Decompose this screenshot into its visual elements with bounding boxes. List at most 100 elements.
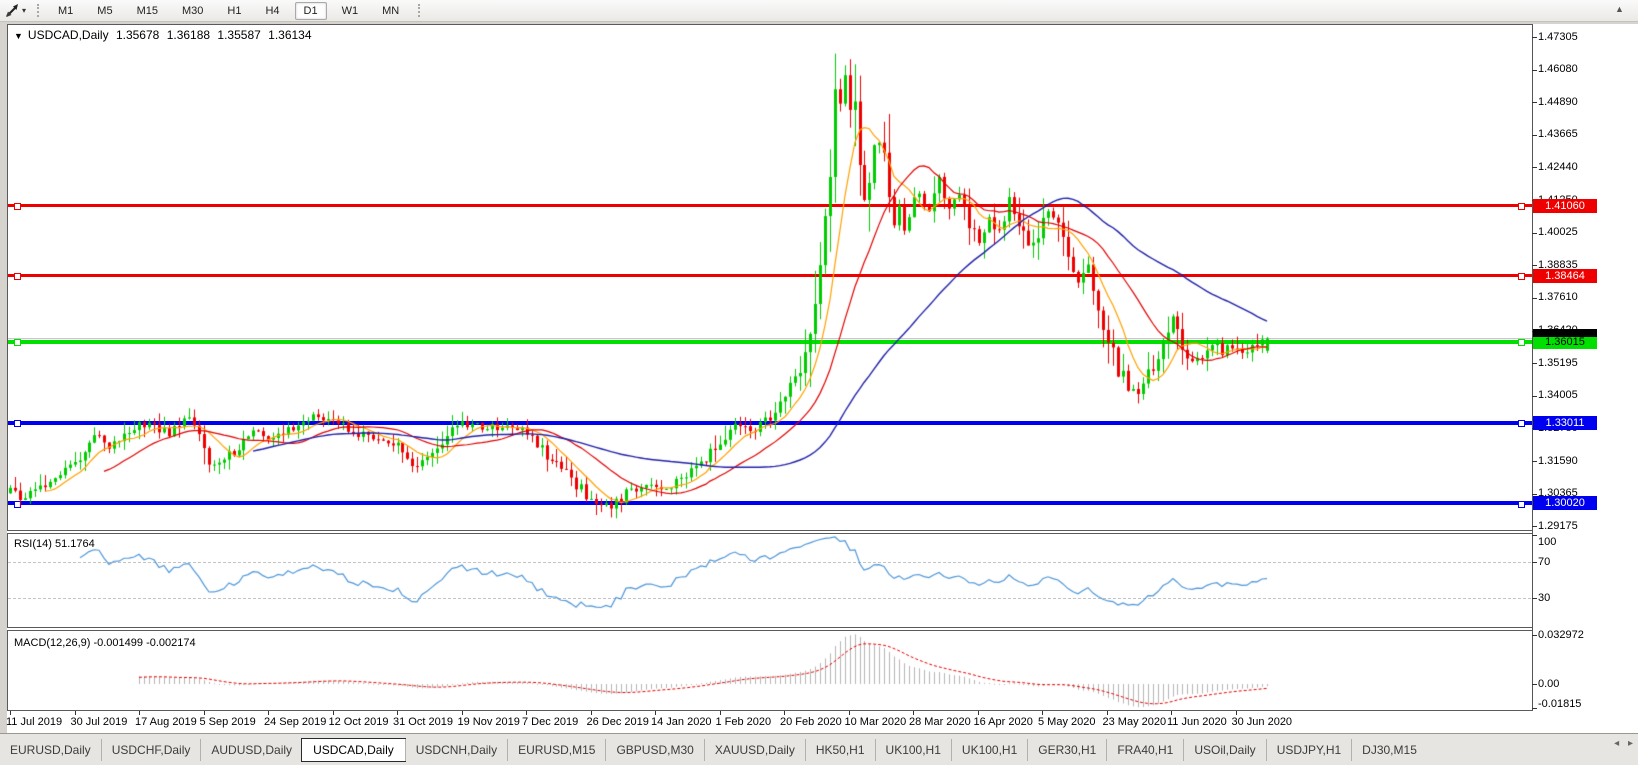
tab-uk100-h1[interactable]: UK100,H1 (875, 739, 951, 761)
macd-axis-tick (1532, 708, 1537, 709)
tab-xauusd-daily[interactable]: XAUUSD,Daily (704, 739, 805, 761)
rsi-axis-label: 30 (1538, 592, 1550, 604)
tab-gbpusd-m30[interactable]: GBPUSD,M30 (605, 739, 703, 761)
price-level-badge-1.30020: 1.30020 (1533, 496, 1597, 510)
last-price-marker (1533, 329, 1597, 337)
date-axis-label: 30 Jul 2019 (71, 716, 128, 728)
collapse-caret-icon[interactable]: ▼ (14, 31, 23, 41)
date-axis-label: 30 Jun 2020 (1232, 716, 1293, 728)
date-axis-tick (849, 711, 850, 715)
date-axis-tick (591, 711, 592, 715)
timeframe-button-d1[interactable]: D1 (295, 2, 327, 20)
timeframe-button-h4[interactable]: H4 (256, 2, 288, 20)
chevron-down-icon[interactable]: ▾ (22, 6, 26, 15)
date-axis-tick (268, 711, 269, 715)
date-axis-tick (1107, 711, 1108, 715)
price-axis-label: 1.47305 (1538, 31, 1578, 43)
date-axis-label: 19 Nov 2019 (458, 716, 520, 728)
timeframe-button-m5[interactable]: M5 (88, 2, 121, 20)
date-axis-tick (10, 711, 11, 715)
tab-scroll-right-icon[interactable]: ▸ (1628, 738, 1633, 749)
tab-usdcnh-daily[interactable]: USDCNH,Daily (405, 739, 507, 761)
toolbar-separator (37, 4, 39, 17)
price-axis-tick (1532, 102, 1537, 103)
timeframe-button-h1[interactable]: H1 (218, 2, 250, 20)
price-level-badge-1.41060: 1.41060 (1533, 199, 1597, 213)
date-axis-label: 16 Apr 2020 (974, 716, 1033, 728)
price-axis-label: 1.46080 (1538, 63, 1578, 75)
date-axis-tick (462, 711, 463, 715)
price-axis-tick (1532, 461, 1537, 462)
price-axis-label: 1.40025 (1538, 226, 1578, 238)
price-axis-label: 1.43665 (1538, 128, 1578, 140)
timeframe-button-m30[interactable]: M30 (173, 2, 212, 20)
date-axis-label: 7 Dec 2019 (522, 716, 578, 728)
date-axis-tick (1042, 711, 1043, 715)
price-axis-tick (1532, 396, 1537, 397)
date-axis-label: 11 Jul 2019 (6, 716, 62, 728)
timeframe-button-m1[interactable]: M1 (49, 2, 82, 20)
tab-eurusd-m15[interactable]: EURUSD,M15 (507, 739, 605, 761)
rsi-chart-canvas[interactable] (8, 534, 1532, 626)
tab-uk100-h1[interactable]: UK100,H1 (951, 739, 1027, 761)
date-axis-label: 31 Oct 2019 (393, 716, 453, 728)
date-axis-tick (784, 711, 785, 715)
date-axis-tick (75, 711, 76, 715)
rsi-axis-label: 100 (1538, 536, 1556, 548)
tab-usdjpy-h1[interactable]: USDJPY,H1 (1266, 739, 1351, 761)
tab-usdchf-daily[interactable]: USDCHF,Daily (101, 739, 201, 761)
price-level-badge-1.36015: 1.36015 (1533, 335, 1597, 349)
toolbar-separator (418, 4, 420, 17)
rsi-label: RSI(14) 51.1764 (14, 538, 95, 550)
tab-usdcad-daily[interactable]: USDCAD,Daily (301, 738, 406, 762)
tab-usoil-daily[interactable]: USOil,Daily (1183, 739, 1265, 761)
date-axis-label: 17 Aug 2019 (135, 716, 197, 728)
timeframe-toolbar: ▾ M1 M5 M15 M30 H1 H4 D1 W1 MN (0, 0, 1638, 22)
ohlc-open: 1.35678 (116, 28, 159, 42)
macd-chart-canvas[interactable] (8, 631, 1532, 709)
date-axis-tick (1236, 711, 1237, 715)
mt4-terminal-window: ▾ M1 M5 M15 M30 H1 H4 D1 W1 MN ▲ ▼ USDCAD… (0, 0, 1638, 765)
chart-tools-icon[interactable] (3, 3, 21, 19)
price-axis-tick (1532, 298, 1537, 299)
ohlc-close: 1.36134 (268, 28, 311, 42)
date-axis-tick (978, 711, 979, 715)
date-axis-label: 5 May 2020 (1038, 716, 1095, 728)
date-axis-label: 14 Jan 2020 (651, 716, 712, 728)
tab-fra40-h1[interactable]: FRA40,H1 (1106, 739, 1183, 761)
date-axis-label: 28 Mar 2020 (909, 716, 971, 728)
tab-dj30-m15[interactable]: DJ30,M15 (1351, 739, 1427, 761)
macd-axis-label: 0.032972 (1538, 629, 1584, 641)
tab-audusd-daily[interactable]: AUDUSD,Daily (200, 739, 302, 761)
macd-axis-label: -0.01815 (1538, 698, 1581, 710)
chart-symbol-label: USDCAD,Daily (28, 28, 109, 42)
date-axis-label: 12 Oct 2019 (329, 716, 389, 728)
tab-hk50-h1[interactable]: HK50,H1 (805, 739, 875, 761)
timeframe-button-m15[interactable]: M15 (128, 2, 167, 20)
date-axis-label: 26 Dec 2019 (587, 716, 649, 728)
tab-ger30-h1[interactable]: GER30,H1 (1027, 739, 1106, 761)
price-axis-tick (1532, 70, 1537, 71)
rsi-axis-tick (1532, 598, 1537, 599)
price-axis-label: 1.34005 (1538, 389, 1578, 401)
price-chart-canvas[interactable] (8, 25, 1532, 530)
price-axis-label: 1.42440 (1538, 161, 1578, 173)
price-axis-label: 1.31590 (1538, 455, 1578, 467)
rsi-axis-tick (1532, 535, 1537, 536)
tab-scroll-left-icon[interactable]: ◂ (1614, 738, 1619, 749)
timeframe-button-mn[interactable]: MN (373, 2, 408, 20)
date-axis-label: 23 May 2020 (1103, 716, 1167, 728)
date-axis-tick (397, 711, 398, 715)
price-axis-tick (1532, 233, 1537, 234)
price-axis-tick (1532, 494, 1537, 495)
timeframe-button-w1[interactable]: W1 (333, 2, 368, 20)
date-axis-tick (913, 711, 914, 715)
rsi-axis-tick (1532, 562, 1537, 563)
macd-axis-tick (1532, 684, 1537, 685)
price-axis-tick (1532, 526, 1537, 527)
tab-eurusd-daily[interactable]: EURUSD,Daily (0, 739, 101, 761)
price-level-badge-1.33011: 1.33011 (1533, 416, 1597, 430)
tab-scroll-controls: ◂ ▸ (1608, 738, 1633, 749)
scroll-up-icon[interactable]: ▲ (1615, 4, 1624, 14)
price-axis-tick (1532, 135, 1537, 136)
